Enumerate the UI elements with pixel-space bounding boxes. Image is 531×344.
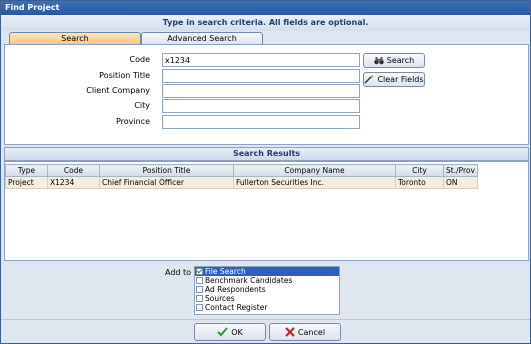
binoculars-icon	[373, 57, 384, 65]
client-company-label: Client Company	[86, 86, 150, 95]
client-company-input[interactable]	[162, 84, 360, 98]
search-panel: Code Position Title Client Company City …	[4, 44, 529, 145]
checkbox-benchmark-candidates[interactable]	[196, 277, 203, 284]
cell-city: Toronto	[395, 176, 444, 189]
column-header-province[interactable]: St./Prov	[443, 164, 478, 177]
list-item-label: Benchmark Candidates	[205, 276, 293, 285]
find-project-dialog: Find Project Type in search criteria. Al…	[0, 0, 531, 344]
add-to-list: File Search Benchmark Candidates Ad Resp…	[194, 266, 340, 315]
cancel-button[interactable]: Cancel	[269, 323, 341, 341]
criteria-banner: Type in search criteria. All fields are …	[1, 15, 530, 31]
results-table: Type Code Position Title Company Name Ci…	[5, 164, 478, 189]
cell-company-name: Fullerton Securities Inc.	[233, 176, 396, 189]
column-header-city[interactable]: City	[395, 164, 444, 177]
position-title-input[interactable]	[162, 69, 360, 83]
checkbox-file-search[interactable]	[196, 268, 203, 275]
column-header-position-title[interactable]: Position Title	[99, 164, 234, 177]
position-title-label: Position Title	[99, 71, 150, 80]
column-header-company-name[interactable]: Company Name	[233, 164, 396, 177]
tab-search[interactable]: Search	[9, 32, 141, 44]
city-label: City	[134, 101, 150, 110]
clear-fields-button[interactable]: Clear Fields	[363, 72, 425, 87]
cell-type: Project	[5, 176, 48, 189]
checkbox-contact-register[interactable]	[196, 304, 203, 311]
code-input[interactable]	[162, 53, 360, 67]
search-results-header: Search Results	[4, 147, 529, 161]
list-item-label: Sources	[205, 294, 235, 303]
results-header-row: Type Code Position Title Company Name Ci…	[5, 164, 478, 177]
checkbox-ad-respondents[interactable]	[196, 286, 203, 293]
clear-fields-button-label: Clear Fields	[377, 75, 424, 84]
column-header-type[interactable]: Type	[5, 164, 48, 177]
search-results-grid: Type Code Position Title Company Name Ci…	[4, 161, 529, 261]
cell-position-title: Chief Financial Officer	[99, 176, 234, 189]
search-button[interactable]: Search	[363, 53, 425, 68]
search-button-label: Search	[386, 56, 415, 65]
list-item-label: File Search	[205, 267, 246, 276]
add-to-label: Add to	[165, 268, 192, 277]
list-item-sources[interactable]: Sources	[195, 294, 339, 303]
column-header-code[interactable]: Code	[47, 164, 100, 177]
list-item-file-search[interactable]: File Search	[195, 267, 339, 276]
eraser-wand-icon	[364, 75, 374, 84]
code-label: Code	[129, 55, 150, 64]
table-row[interactable]: Project X1234 Chief Financial Officer Fu…	[5, 176, 478, 189]
cell-code: X1234	[47, 176, 100, 189]
checkmark-icon	[217, 327, 228, 337]
cancel-button-label: Cancel	[297, 327, 326, 337]
list-item-benchmark-candidates[interactable]: Benchmark Candidates	[195, 276, 339, 285]
list-item-label: Ad Respondents	[205, 285, 266, 294]
list-item-label: Contact Register	[205, 303, 268, 312]
cell-province: ON	[443, 176, 478, 189]
ok-button-label: OK	[231, 327, 243, 337]
list-item-ad-respondents[interactable]: Ad Respondents	[195, 285, 339, 294]
dialog-button-bar: OK Cancel	[1, 319, 530, 343]
window-title: Find Project	[1, 1, 530, 15]
province-input[interactable]	[162, 115, 360, 129]
province-label: Province	[115, 117, 150, 126]
ok-button[interactable]: OK	[194, 323, 266, 341]
checkbox-sources[interactable]	[196, 295, 203, 302]
tab-advanced-search[interactable]: Advanced Search	[141, 32, 263, 44]
list-item-contact-register[interactable]: Contact Register	[195, 303, 339, 312]
close-icon	[285, 327, 295, 337]
city-input[interactable]	[162, 99, 360, 113]
